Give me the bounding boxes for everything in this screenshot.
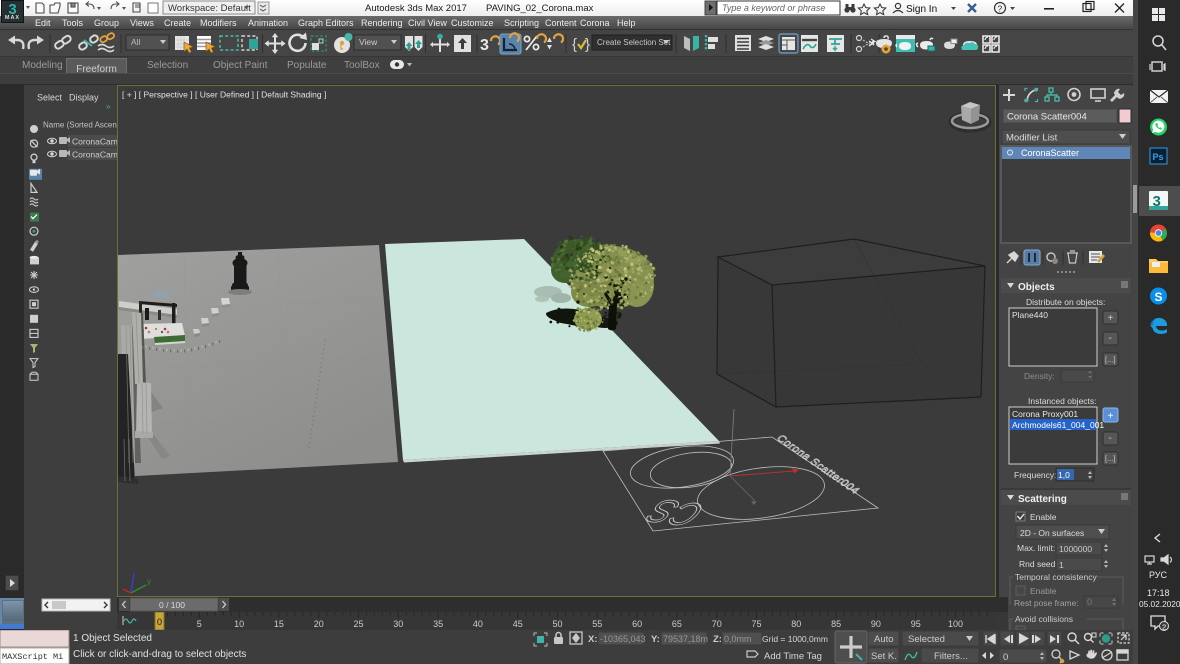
svg-text:Rnd seed:: Rnd seed: (1019, 559, 1058, 569)
svg-text:90: 90 (871, 619, 881, 629)
svg-text:5: 5 (197, 619, 202, 629)
svg-text:50: 50 (553, 619, 563, 629)
svg-text:17:18: 17:18 (1147, 588, 1170, 598)
svg-text:80: 80 (791, 619, 801, 629)
svg-text:Auto: Auto (874, 634, 894, 645)
svg-text:Workspace: Default: Workspace: Default (168, 3, 251, 14)
svg-text:CoronaScatter: CoronaScatter (1021, 148, 1079, 158)
svg-text:Enable: Enable (1030, 586, 1057, 596)
svg-text:Create Selection Set: Create Selection Set (597, 38, 671, 47)
svg-text:Filters...: Filters... (934, 651, 968, 662)
svg-text:Scattering: Scattering (1018, 494, 1067, 505)
svg-text:2D - On surfaces: 2D - On surfaces (1020, 528, 1084, 538)
svg-text:0,0mm: 0,0mm (724, 634, 752, 644)
svg-text:S: S (1155, 290, 1163, 304)
svg-text:Add Time Tag: Add Time Tag (764, 651, 822, 662)
svg-text:РУС: РУС (1149, 570, 1168, 580)
svg-text:View: View (359, 37, 378, 47)
svg-text:Click or click-and-drag to sel: Click or click-and-drag to select object… (73, 649, 246, 660)
svg-text:Rest pose frame:: Rest pose frame: (1014, 598, 1079, 608)
svg-text:Ps: Ps (1153, 152, 1164, 162)
svg-text:0 / 100: 0 / 100 (159, 600, 185, 610)
svg-text:Selected: Selected (908, 634, 945, 645)
svg-text:30: 30 (393, 619, 403, 629)
svg-text:Type a keyword or phrase: Type a keyword or phrase (722, 3, 825, 13)
svg-text:-: - (1109, 333, 1112, 344)
svg-text:CoronaCame: CoronaCame (72, 150, 117, 160)
svg-text:10: 10 (234, 619, 244, 629)
svg-text:?: ? (998, 4, 1003, 14)
svg-text:55: 55 (592, 619, 602, 629)
svg-text:05.02.2020: 05.02.2020 (1139, 599, 1180, 609)
svg-text:Corona Proxy001: Corona Proxy001 (1012, 409, 1078, 419)
svg-text:+: + (1108, 313, 1114, 324)
svg-text:Archmodels61_004_001: Archmodels61_004_001 (1012, 420, 1104, 430)
svg-text:All: All (131, 37, 141, 47)
svg-text:Display: Display (69, 93, 99, 103)
svg-text:45: 45 (513, 619, 523, 629)
svg-text:Corona Scatter004: Corona Scatter004 (1007, 112, 1087, 123)
svg-text:Frequency:: Frequency: (1014, 470, 1057, 480)
svg-text:X:: X: (588, 634, 598, 645)
svg-text:Plane440: Plane440 (1012, 310, 1048, 320)
svg-text:60: 60 (632, 619, 642, 629)
svg-text:Temporal consistency: Temporal consistency (1015, 572, 1097, 582)
svg-text:Name (Sorted Ascend: Name (Sorted Ascend (43, 121, 117, 130)
svg-text:Select: Select (37, 93, 63, 103)
svg-text:95: 95 (911, 619, 921, 629)
svg-text:85: 85 (831, 619, 841, 629)
svg-text:MAXScript Mi: MAXScript Mi (2, 652, 63, 662)
svg-text:100: 100 (948, 619, 963, 629)
svg-text:[...]: [...] (1105, 355, 1115, 364)
svg-text:»: » (106, 102, 111, 111)
svg-text:-10365,043: -10365,043 (600, 634, 646, 644)
svg-text:Z:: Z: (713, 634, 722, 645)
svg-text:1,0: 1,0 (1058, 470, 1070, 480)
svg-text:Grid = 1000,0mm: Grid = 1000,0mm (762, 634, 828, 644)
svg-text:Instanced objects:: Instanced objects: (1028, 396, 1097, 406)
svg-text:Enable: Enable (1030, 512, 1057, 522)
svg-text:Y:: Y: (651, 634, 660, 645)
svg-text:Avoid collisions: Avoid collisions (1015, 614, 1073, 624)
svg-text:}: } (585, 36, 590, 53)
svg-text:2: 2 (1162, 623, 1166, 632)
svg-text:3: 3 (480, 37, 489, 54)
svg-text:0: 0 (1087, 597, 1092, 607)
svg-text:Density:: Density: (1024, 371, 1055, 381)
svg-text:0: 0 (1003, 652, 1008, 663)
svg-text:[ + ] [ Perspective ] [ User: [ + ] [ Perspective ] [ User Defined ] [… (122, 90, 326, 100)
svg-text:1 Object Selected: 1 Object Selected (73, 633, 152, 644)
svg-text:79537,18m: 79537,18m (663, 634, 708, 644)
svg-text:Corona Scatter004: Corona Scatter004 (774, 433, 863, 496)
svg-text:y: y (147, 577, 151, 586)
svg-text:Modifier List: Modifier List (1006, 133, 1058, 144)
svg-text:{: { (572, 36, 577, 53)
svg-text:CoronaCame: CoronaCame (72, 137, 117, 147)
svg-text:65: 65 (672, 619, 682, 629)
svg-text:40: 40 (473, 619, 483, 629)
svg-text:-: - (1109, 433, 1112, 444)
svg-text:20: 20 (314, 619, 324, 629)
svg-text:75: 75 (752, 619, 762, 629)
svg-text:1: 1 (1059, 560, 1064, 570)
svg-text:Objects: Objects (1018, 282, 1055, 293)
svg-text:[...]: [...] (1105, 454, 1115, 463)
svg-text:Sign In: Sign In (906, 4, 937, 15)
svg-text:35: 35 (433, 619, 443, 629)
svg-text:Distribute on objects:: Distribute on objects: (1026, 297, 1105, 307)
svg-text:0: 0 (157, 617, 162, 627)
svg-text:+: + (1108, 411, 1114, 422)
svg-text:25: 25 (354, 619, 364, 629)
svg-text:15: 15 (274, 619, 284, 629)
svg-text:70: 70 (712, 619, 722, 629)
svg-text:Set K.: Set K. (871, 651, 897, 662)
svg-text:Max. limit:: Max. limit: (1017, 543, 1055, 553)
svg-text:1000000: 1000000 (1059, 544, 1092, 554)
